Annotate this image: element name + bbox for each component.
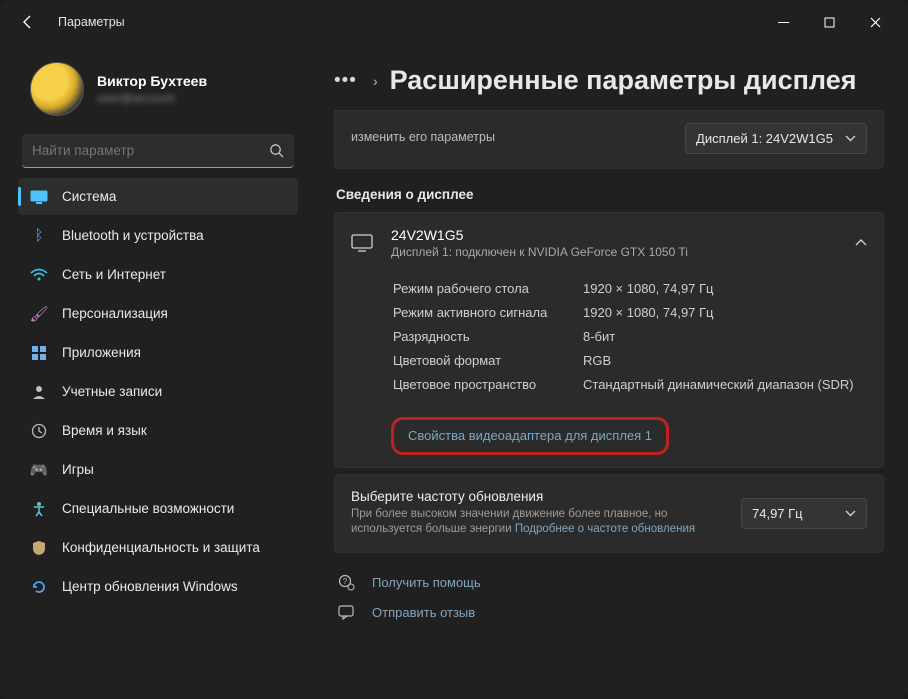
- get-help-link[interactable]: ? Получить помощь: [334, 567, 884, 598]
- bluetooth-icon: ᛒ: [30, 227, 48, 245]
- tv: 8-бит: [583, 325, 615, 349]
- highlight-annotation: Свойства видеоадаптера для дисплея 1: [391, 417, 669, 455]
- display-selector-dropdown[interactable]: Дисплей 1: 24V2W1G5: [685, 123, 867, 154]
- nav-system[interactable]: Система: [18, 178, 298, 215]
- search-input[interactable]: [32, 143, 269, 158]
- search-icon: [269, 143, 284, 158]
- nav-label: Конфиденциальность и защита: [62, 540, 260, 555]
- tk: Цветовое пространство: [393, 373, 583, 397]
- nav-accounts[interactable]: Учетные записи: [18, 373, 298, 410]
- nav-label: Специальные возможности: [62, 501, 234, 516]
- svg-text:?: ?: [343, 577, 348, 586]
- nav-label: Игры: [62, 462, 94, 477]
- page-title: Расширенные параметры дисплея: [390, 66, 857, 96]
- help-icon: ?: [338, 574, 356, 591]
- tk: Режим активного сигнала: [393, 301, 583, 325]
- nav-label: Центр обновления Windows: [62, 579, 238, 594]
- apps-icon: [30, 344, 48, 362]
- nav-label: Учетные записи: [62, 384, 162, 399]
- nav-apps[interactable]: Приложения: [18, 334, 298, 371]
- nav-label: Сеть и Интернет: [62, 267, 166, 282]
- nav-label: Bluetooth и устройства: [62, 228, 204, 243]
- display-name: 24V2W1G5: [391, 227, 688, 243]
- adapter-properties-link[interactable]: Свойства видеоадаптера для дисплея 1: [408, 428, 652, 443]
- chevron-right-icon: ›: [373, 73, 378, 89]
- dropdown-value: 74,97 Гц: [752, 506, 803, 521]
- accessibility-icon: [30, 500, 48, 518]
- brush-icon: 🖌: [30, 305, 48, 323]
- display-details-table: Режим рабочего стола1920 × 1080, 74,97 Г…: [335, 273, 883, 409]
- tv: Стандартный динамический диапазон (SDR): [583, 373, 854, 397]
- shield-icon: [30, 539, 48, 557]
- close-button[interactable]: [852, 6, 898, 38]
- section-display-info: Сведения о дисплее: [336, 187, 884, 202]
- gaming-icon: 🎮: [30, 461, 48, 479]
- nav-label: Приложения: [62, 345, 141, 360]
- nav-network[interactable]: Сеть и Интернет: [18, 256, 298, 293]
- send-feedback-link[interactable]: Отправить отзыв: [334, 598, 884, 627]
- display-header-row[interactable]: 24V2W1G5 Дисплей 1: подключен к NVIDIA G…: [335, 213, 883, 273]
- nav-update[interactable]: Центр обновления Windows: [18, 568, 298, 605]
- nav-label: Система: [62, 189, 116, 204]
- chevron-down-icon: [845, 135, 856, 142]
- chevron-down-icon: [845, 510, 856, 517]
- update-icon: [30, 578, 48, 596]
- back-button[interactable]: [18, 12, 38, 32]
- nav-personalization[interactable]: 🖌 Персонализация: [18, 295, 298, 332]
- tk: Режим рабочего стола: [393, 277, 583, 301]
- nav-accessibility[interactable]: Специальные возможности: [18, 490, 298, 527]
- chevron-up-icon: [855, 239, 867, 247]
- maximize-button[interactable]: [806, 6, 852, 38]
- link-label: Получить помощь: [372, 575, 481, 590]
- system-icon: [30, 188, 48, 206]
- profile-email: user@account: [97, 91, 207, 105]
- select-display-text: изменить его параметры: [351, 129, 495, 147]
- tk: Разрядность: [393, 325, 583, 349]
- tv: 1920 × 1080, 74,97 Гц: [583, 301, 714, 325]
- display-info-card: 24V2W1G5 Дисплей 1: подключен к NVIDIA G…: [334, 212, 884, 468]
- nav-time-language[interactable]: Время и язык: [18, 412, 298, 449]
- nav-bluetooth[interactable]: ᛒ Bluetooth и устройства: [18, 217, 298, 254]
- refresh-more-link[interactable]: Подробнее о частоте обновления: [515, 523, 695, 535]
- select-display-card: изменить его параметры Дисплей 1: 24V2W1…: [334, 110, 884, 169]
- tv: RGB: [583, 349, 611, 373]
- display-sub: Дисплей 1: подключен к NVIDIA GeForce GT…: [391, 245, 688, 259]
- avatar: [30, 62, 84, 116]
- wifi-icon: [30, 266, 48, 284]
- dropdown-value: Дисплей 1: 24V2W1G5: [696, 131, 833, 146]
- link-label: Отправить отзыв: [372, 605, 475, 620]
- nav-gaming[interactable]: 🎮 Игры: [18, 451, 298, 488]
- feedback-icon: [338, 605, 356, 620]
- breadcrumb-ellipsis[interactable]: •••: [334, 70, 357, 92]
- window-title: Параметры: [58, 15, 760, 29]
- nav-label: Время и язык: [62, 423, 147, 438]
- profile-name: Виктор Бухтеев: [97, 73, 207, 89]
- profile-block[interactable]: Виктор Бухтеев user@account: [18, 54, 298, 130]
- nav-label: Персонализация: [62, 306, 168, 321]
- person-icon: [30, 383, 48, 401]
- refresh-title: Выберите частоту обновления: [351, 489, 727, 504]
- nav-privacy[interactable]: Конфиденциальность и защита: [18, 529, 298, 566]
- refresh-rate-card: Выберите частоту обновления При более вы…: [334, 474, 884, 553]
- refresh-rate-dropdown[interactable]: 74,97 Гц: [741, 498, 867, 529]
- tk: Цветовой формат: [393, 349, 583, 373]
- minimize-button[interactable]: [760, 6, 806, 38]
- tv: 1920 × 1080, 74,97 Гц: [583, 277, 714, 301]
- search-box[interactable]: [22, 134, 294, 168]
- monitor-icon: [351, 234, 377, 252]
- clock-icon: [30, 422, 48, 440]
